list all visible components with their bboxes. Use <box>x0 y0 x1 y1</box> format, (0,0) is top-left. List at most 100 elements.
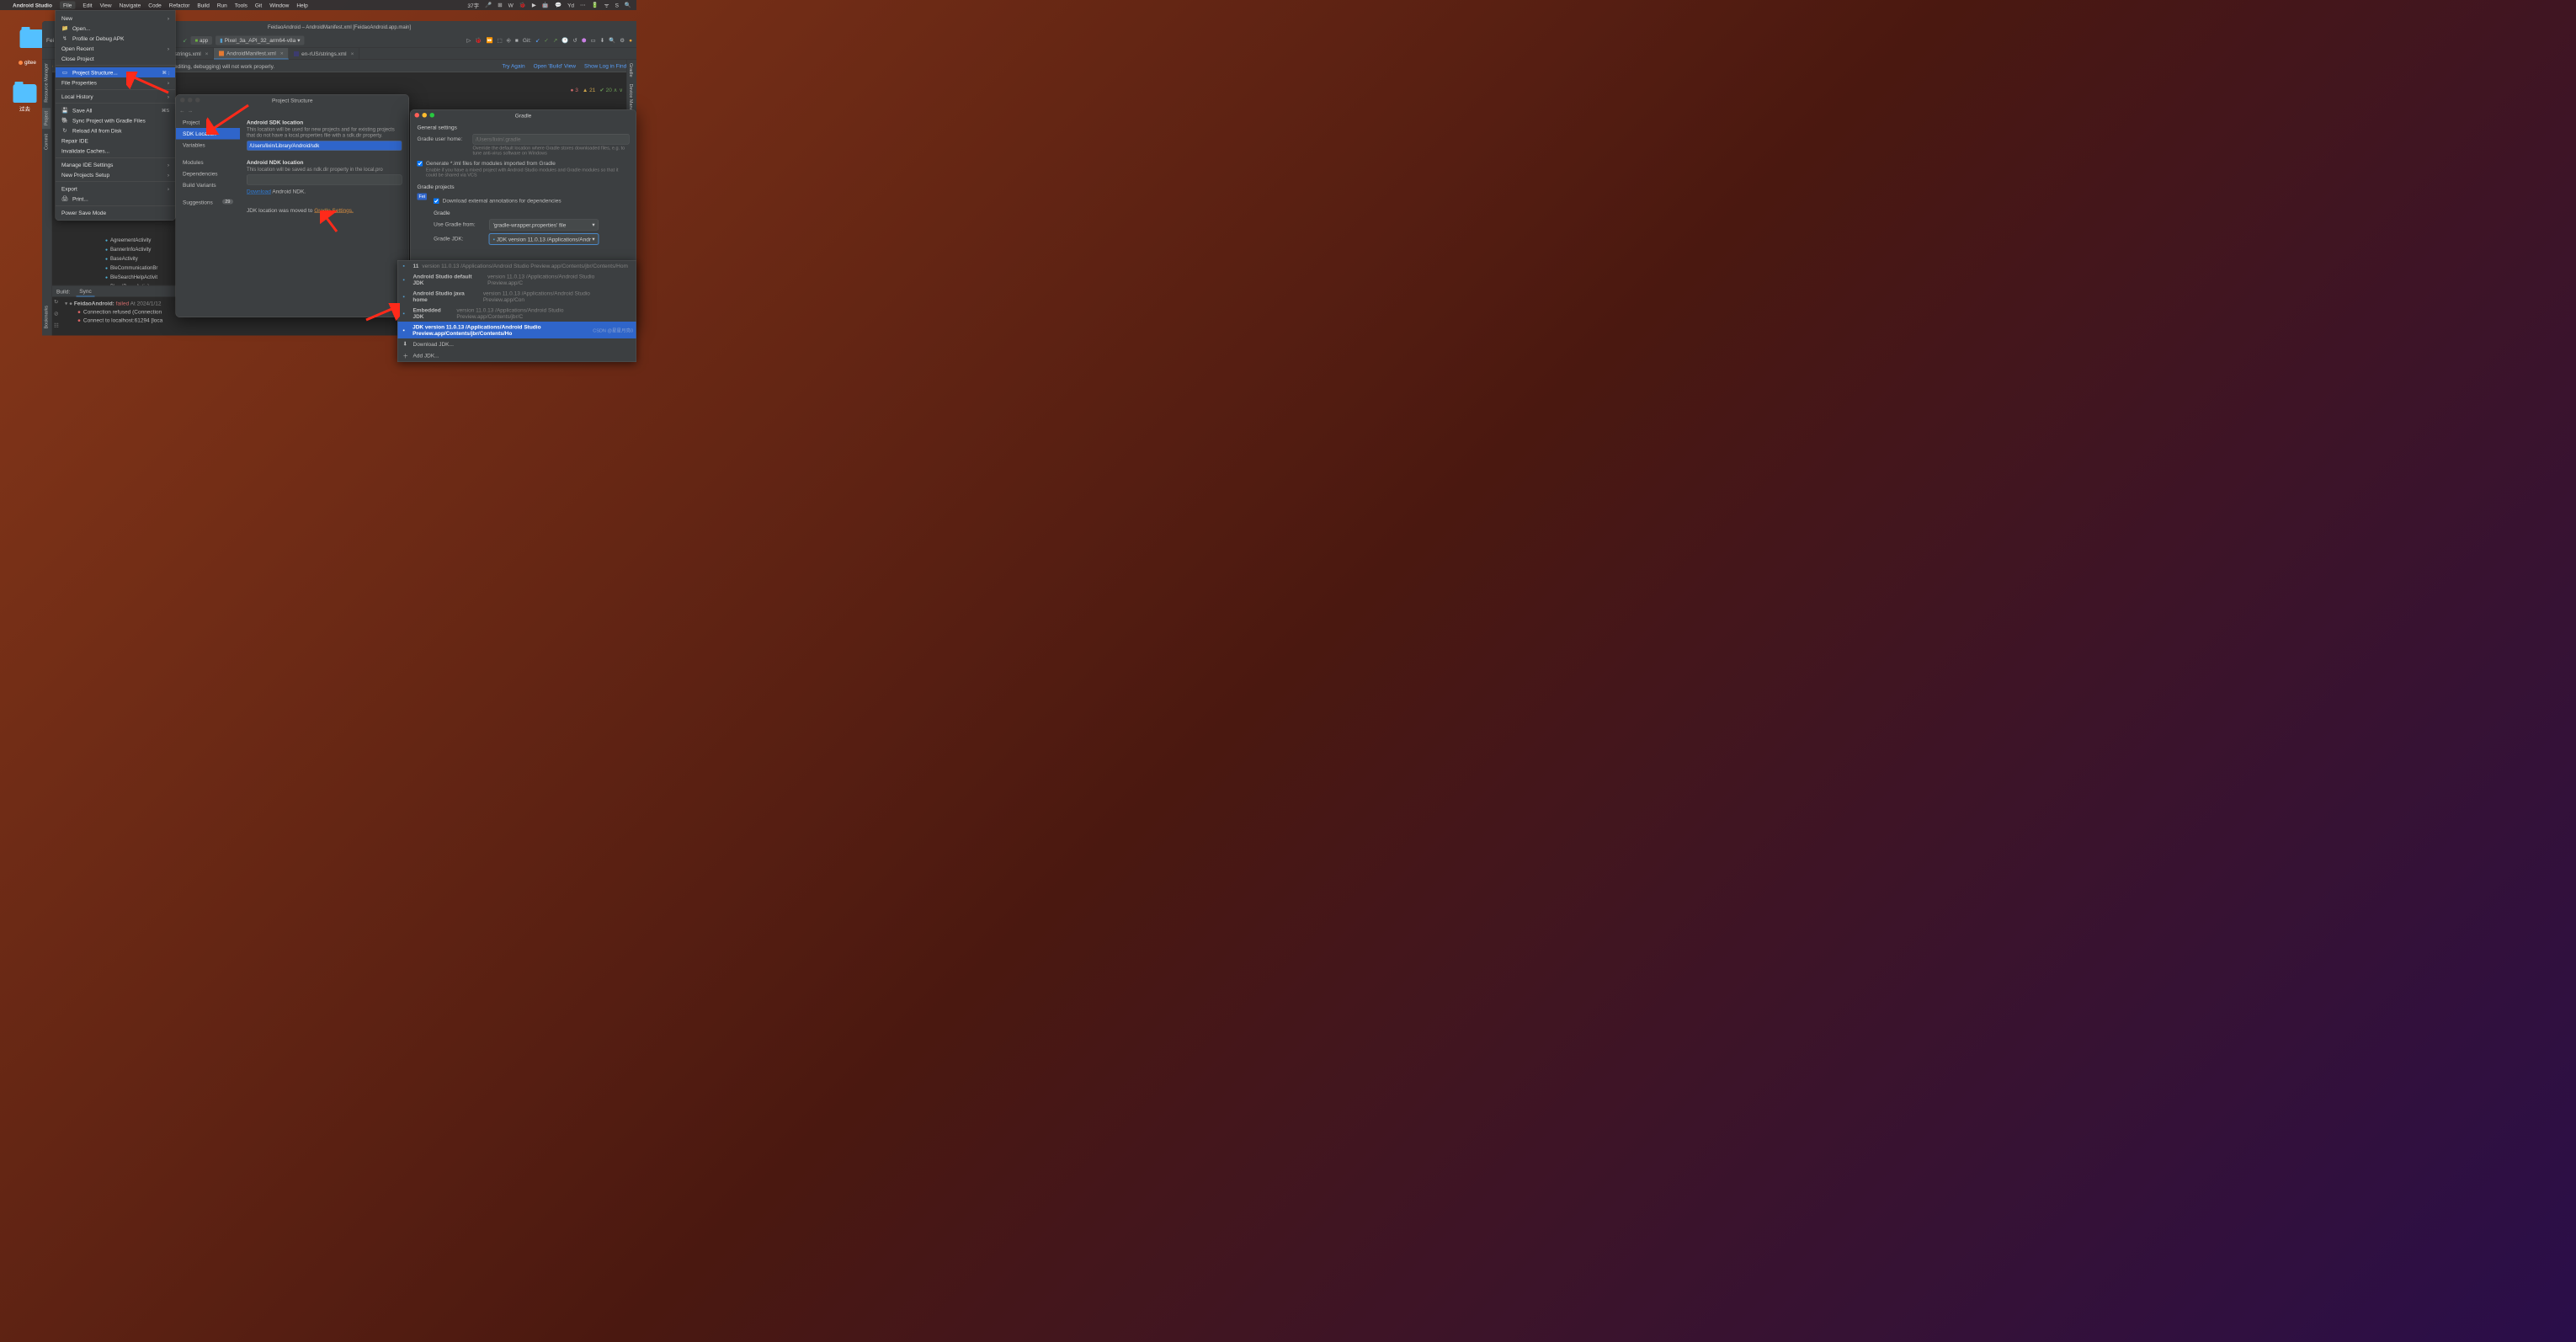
menu-power-save[interactable]: Power Save Mode <box>56 208 175 218</box>
menu-close-project[interactable]: Close Project <box>56 54 175 64</box>
menu-new-projects-setup[interactable]: New Projects Setup› <box>56 170 175 180</box>
stop-build-icon[interactable]: ⊘ <box>54 311 63 317</box>
avd-icon[interactable]: ▭ <box>591 37 596 44</box>
zoom-icon[interactable] <box>195 98 200 103</box>
menu-profile-apk[interactable]: ↯Profile or Debug APK <box>56 34 175 44</box>
jdk-option-11[interactable]: ▪11 version 11.0.13 /Applications/Androi… <box>398 261 636 272</box>
back-icon[interactable]: ← <box>179 108 185 114</box>
bug-icon[interactable]: 🐞 <box>519 2 526 8</box>
menu-print[interactable]: 🖨Print... <box>56 194 175 204</box>
ps-cat-project[interactable]: Project <box>176 117 240 129</box>
menu-project-structure[interactable]: ▭Project Structure...⌘ ; <box>56 67 175 77</box>
debug-icon[interactable]: 🐞 <box>475 37 482 44</box>
mic-icon[interactable]: 🎤 <box>485 2 492 8</box>
ps-cat-variables[interactable]: Variables <box>176 140 240 152</box>
minimize-icon[interactable] <box>188 98 193 103</box>
menu-help[interactable]: Help <box>296 2 307 8</box>
analyzer-icon[interactable]: ⬢ <box>582 37 587 44</box>
zoom-icon[interactable] <box>430 113 435 118</box>
run-config-selector[interactable]: app <box>190 36 212 45</box>
menu-manage-ide[interactable]: Manage IDE Settings› <box>56 160 175 170</box>
jdk-option-default[interactable]: ▪Android Studio default JDK version 11.0… <box>398 271 636 288</box>
gradle-settings-link[interactable]: Gradle Settings. <box>314 207 354 214</box>
menu-repair-ide[interactable]: Repair IDE <box>56 136 175 146</box>
close-icon[interactable]: × <box>351 51 354 57</box>
tab-manifest[interactable]: AndroidManifest.xml× <box>214 48 289 60</box>
profile-icon[interactable]: ⏩ <box>486 37 492 44</box>
close-icon[interactable]: × <box>205 51 209 57</box>
menu-open[interactable]: 📁Open... <box>56 24 175 34</box>
wifi-icon[interactable]: ᯤ <box>604 2 609 9</box>
menu-git[interactable]: Git <box>255 2 262 8</box>
forward-icon[interactable]: → <box>188 108 194 114</box>
ps-cat-build-variants[interactable]: Build Variants <box>176 179 240 191</box>
editor-inspection-status[interactable]: ● 3 ▲ 21 ✔ 20 ∧ ∨ <box>571 87 623 93</box>
sync-hint-icon[interactable]: ↙ <box>183 37 187 44</box>
open-build-link[interactable]: Open 'Build' View <box>534 63 576 70</box>
sdk-path-input[interactable] <box>247 141 402 151</box>
git-update-icon[interactable]: ↙ <box>535 37 540 44</box>
ps-cat-modules[interactable]: Modules <box>176 157 240 168</box>
breadcrumb[interactable]: Fei <box>46 37 54 44</box>
ps-cat-sdk[interactable]: SDK Location <box>176 128 240 140</box>
menu-sync-gradle[interactable]: 🐘Sync Project with Gradle Files <box>56 115 175 125</box>
grid-icon[interactable]: ⊞ <box>498 2 502 8</box>
s-icon[interactable]: S <box>615 2 619 8</box>
project-badge[interactable]: Fei <box>418 194 428 200</box>
menu-reload-disk[interactable]: ↻Reload All from Disk <box>56 125 175 136</box>
git-history-icon[interactable]: 🕐 <box>562 37 568 44</box>
close-icon[interactable] <box>415 113 420 118</box>
device-selector[interactable]: ▮Pixel_3a_API_32_arm64-v8a ▾ <box>216 35 304 45</box>
bookmarks-tab[interactable]: Bookmarks <box>42 302 51 333</box>
build-sync-tab[interactable]: Sync <box>76 286 94 297</box>
expand-icon[interactable]: ▸ <box>54 334 63 336</box>
try-again-link[interactable]: Try Again <box>502 63 524 70</box>
ndk-path-input[interactable] <box>247 175 402 185</box>
close-icon[interactable] <box>180 98 185 103</box>
dots-icon[interactable]: ⋯ <box>580 2 586 8</box>
settings-icon[interactable]: ⚙ <box>620 37 625 44</box>
menu-local-history[interactable]: Local History› <box>56 92 175 102</box>
coverage-icon[interactable]: ⬚ <box>498 37 503 44</box>
user-home-input[interactable] <box>473 134 630 145</box>
robot-icon[interactable]: 🤖 <box>542 2 549 8</box>
menu-save-all[interactable]: 💾Save All⌘S <box>56 105 175 115</box>
sdk-icon[interactable]: ⬇ <box>600 37 604 44</box>
menu-build[interactable]: Build <box>197 2 209 8</box>
stop-icon[interactable]: ■ <box>515 37 519 44</box>
gradle-tab[interactable]: Gradle <box>627 60 636 81</box>
desktop-gitee[interactable]: gitee <box>13 59 42 66</box>
battery-icon[interactable]: 🔋 <box>592 2 599 8</box>
project-tab[interactable]: Project <box>42 108 51 129</box>
menu-file-properties[interactable]: File Properties› <box>56 77 175 88</box>
attach-icon[interactable]: ⎆ <box>507 37 511 44</box>
menu-export[interactable]: Export› <box>56 184 175 194</box>
play-icon[interactable]: ▶ <box>532 2 536 8</box>
menu-new[interactable]: New› <box>56 13 175 24</box>
run-icon[interactable]: ▷ <box>466 37 471 44</box>
git-rollback-icon[interactable]: ↺ <box>572 37 577 44</box>
resource-manager-tab[interactable]: Resource Manager <box>42 60 51 106</box>
tab-en-strings[interactable]: en-rUS/strings.xml× <box>289 48 359 60</box>
menu-file[interactable]: File <box>60 1 75 9</box>
menu-tools[interactable]: Tools <box>235 2 247 8</box>
minimize-icon[interactable] <box>423 113 428 118</box>
jdk-option-add[interactable]: ＋Add JDK... <box>398 349 636 362</box>
commit-tab[interactable]: Commit <box>42 130 51 153</box>
search-everywhere-icon[interactable]: 🔍 <box>609 37 615 44</box>
gen-iml-checkbox[interactable] <box>418 161 423 167</box>
wechat-icon[interactable]: 💬 <box>555 2 562 8</box>
menu-invalidate-caches[interactable]: Invalidate Caches... <box>56 146 175 156</box>
jdk-option-javahome[interactable]: ▪Android Studio java home version 11.0.1… <box>398 288 636 305</box>
filter-icon[interactable]: ☷ <box>54 322 63 329</box>
desktop-folder-2[interactable]: 过去 <box>10 84 40 113</box>
search-icon[interactable]: 🔍 <box>625 2 631 8</box>
notify-badge-icon[interactable]: ● <box>629 37 632 44</box>
download-ndk-link[interactable]: Download <box>247 189 271 195</box>
show-log-link[interactable]: Show Log in Finder <box>584 63 631 70</box>
jdk-option-download[interactable]: ⬇Download JDK... <box>398 338 636 349</box>
menu-window[interactable]: Window <box>269 2 289 8</box>
menu-edit[interactable]: Edit <box>82 2 92 8</box>
menu-view[interactable]: View <box>100 2 112 8</box>
w-icon[interactable]: W <box>508 2 514 8</box>
